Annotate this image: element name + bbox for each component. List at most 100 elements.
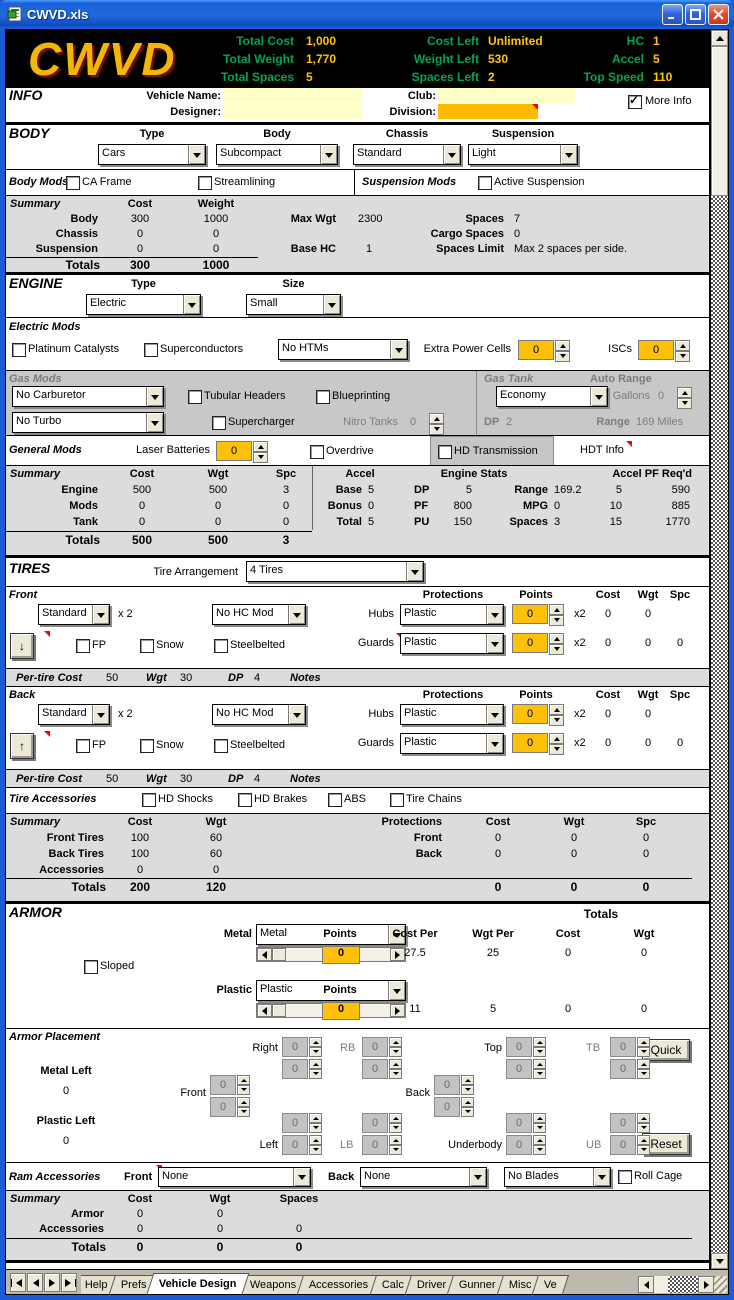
chevron-down-icon[interactable] [146, 387, 163, 406]
right-metal-spinner[interactable]: 0 [282, 1037, 322, 1057]
scroll-right-icon[interactable] [698, 1276, 714, 1293]
streamlining-checkbox[interactable] [198, 176, 212, 190]
back-fp-checkbox[interactable] [76, 739, 90, 753]
platinum-catalysts-checkbox[interactable] [12, 343, 26, 357]
club-field[interactable] [438, 88, 575, 103]
vertical-scrollbar[interactable] [711, 30, 728, 1269]
tab-vehicle-design[interactable]: Vehicle Design [146, 1273, 250, 1294]
front-tire-move-button[interactable]: ↓ [10, 633, 34, 659]
gallons-spinner[interactable] [654, 387, 692, 409]
back-tire-move-button[interactable]: ↑ [10, 733, 34, 759]
spin-up-icon[interactable] [429, 413, 444, 424]
chevron-down-icon[interactable] [560, 145, 577, 164]
suspension-dropdown[interactable]: Light [468, 144, 578, 165]
ca-frame-checkbox[interactable] [66, 176, 80, 190]
spin-up-icon[interactable] [637, 1113, 650, 1123]
back-snow-checkbox[interactable] [140, 739, 154, 753]
front-hubs-points-spinner[interactable]: 0 [512, 604, 564, 626]
engine-type-dropdown[interactable]: Electric [86, 294, 201, 315]
front-metal-spinner[interactable]: 0 [210, 1075, 250, 1095]
back-steelbelted-checkbox[interactable] [214, 739, 228, 753]
front-hc-mod-dropdown[interactable]: No HC Mod [212, 604, 306, 625]
chevron-down-icon[interactable] [406, 562, 423, 581]
spin-down-icon[interactable] [461, 1085, 474, 1095]
chevron-down-icon[interactable] [486, 705, 503, 724]
top-plastic-spinner[interactable]: 0 [506, 1059, 546, 1079]
spin-down-icon[interactable] [675, 351, 690, 362]
spin-up-icon[interactable] [253, 441, 268, 452]
back-plastic-spinner[interactable]: 0 [434, 1097, 474, 1117]
scrollbar-thumb[interactable] [272, 1004, 286, 1017]
front-snow-checkbox[interactable] [140, 639, 154, 653]
spin-down-icon[interactable] [637, 1145, 650, 1155]
scrollbar-track[interactable] [654, 1276, 668, 1293]
underbody-metal-spinner[interactable]: 0 [506, 1113, 546, 1133]
spin-down-icon[interactable] [533, 1047, 546, 1057]
ram-front-dropdown[interactable]: None [158, 1167, 311, 1187]
spin-down-icon[interactable] [549, 644, 564, 655]
designer-field[interactable] [224, 104, 361, 119]
spin-up-icon[interactable] [461, 1097, 474, 1107]
spin-up-icon[interactable] [533, 1135, 546, 1145]
active-suspension-checkbox[interactable] [478, 176, 492, 190]
spin-up-icon[interactable] [389, 1113, 402, 1123]
spin-up-icon[interactable] [309, 1037, 322, 1047]
scroll-up-icon[interactable] [711, 30, 728, 46]
scroll-left-icon[interactable] [257, 1004, 272, 1017]
spin-down-icon[interactable] [389, 1069, 402, 1079]
spin-up-icon[interactable] [549, 604, 564, 615]
division-field[interactable] [438, 104, 538, 119]
horizontal-scrollbar[interactable] [638, 1272, 727, 1293]
superconductors-checkbox[interactable] [144, 343, 158, 357]
spin-down-icon[interactable] [555, 351, 570, 362]
resize-grip[interactable] [714, 1276, 727, 1293]
iscs-spinner[interactable]: 0 [638, 340, 690, 362]
back-metal-spinner[interactable]: 0 [434, 1075, 474, 1095]
back-guards-points-spinner[interactable]: 0 [512, 733, 564, 755]
front-tire-dropdown[interactable]: Standard [38, 604, 110, 625]
minimize-button[interactable] [662, 3, 683, 25]
spin-up-icon[interactable] [549, 633, 564, 644]
spin-up-icon[interactable] [637, 1037, 650, 1047]
tubular-headers-checkbox[interactable] [188, 390, 202, 404]
spin-up-icon[interactable] [309, 1135, 322, 1145]
tire-chains-checkbox[interactable] [390, 793, 404, 807]
spin-down-icon[interactable] [309, 1123, 322, 1133]
ub-plastic-spinner[interactable]: 0 [610, 1135, 650, 1155]
supercharger-checkbox[interactable] [212, 416, 226, 430]
spin-up-icon[interactable] [549, 733, 564, 744]
abs-checkbox[interactable] [328, 793, 342, 807]
gas-tank-dropdown[interactable]: Economy [496, 386, 608, 407]
spin-down-icon[interactable] [677, 398, 692, 409]
front-fp-checkbox[interactable] [76, 639, 90, 653]
ram-back-dropdown[interactable]: None [360, 1167, 487, 1187]
spin-down-icon[interactable] [533, 1123, 546, 1133]
spin-up-icon[interactable] [533, 1059, 546, 1069]
spin-up-icon[interactable] [637, 1135, 650, 1145]
spin-down-icon[interactable] [389, 1047, 402, 1057]
spin-up-icon[interactable] [637, 1059, 650, 1069]
spin-up-icon[interactable] [461, 1075, 474, 1085]
spin-up-icon[interactable] [389, 1059, 402, 1069]
spin-down-icon[interactable] [533, 1069, 546, 1079]
rb-plastic-spinner[interactable]: 0 [362, 1059, 402, 1079]
blueprinting-checkbox[interactable] [316, 390, 330, 404]
back-hubs-points-spinner[interactable]: 0 [512, 704, 564, 726]
vehicle-name-field[interactable] [224, 88, 361, 103]
close-button[interactable] [708, 3, 729, 25]
blades-dropdown[interactable]: No Blades [504, 1167, 611, 1187]
back-tire-dropdown[interactable]: Standard [38, 704, 110, 725]
chevron-down-icon[interactable] [92, 605, 109, 624]
tire-arrangement-dropdown[interactable]: 4 Tires [246, 561, 424, 582]
spin-up-icon[interactable] [389, 1135, 402, 1145]
htm-dropdown[interactable]: No HTMs [278, 339, 408, 360]
sloped-checkbox[interactable] [84, 960, 98, 974]
body-dropdown[interactable]: Subcompact [216, 144, 338, 165]
back-guards-dropdown[interactable]: Plastic [400, 733, 504, 754]
spin-up-icon[interactable] [677, 387, 692, 398]
back-hubs-dropdown[interactable]: Plastic [400, 704, 504, 725]
chevron-down-icon[interactable] [188, 145, 205, 164]
chevron-down-icon[interactable] [390, 340, 407, 359]
chevron-down-icon[interactable] [92, 705, 109, 724]
chassis-dropdown[interactable]: Standard [353, 144, 461, 165]
